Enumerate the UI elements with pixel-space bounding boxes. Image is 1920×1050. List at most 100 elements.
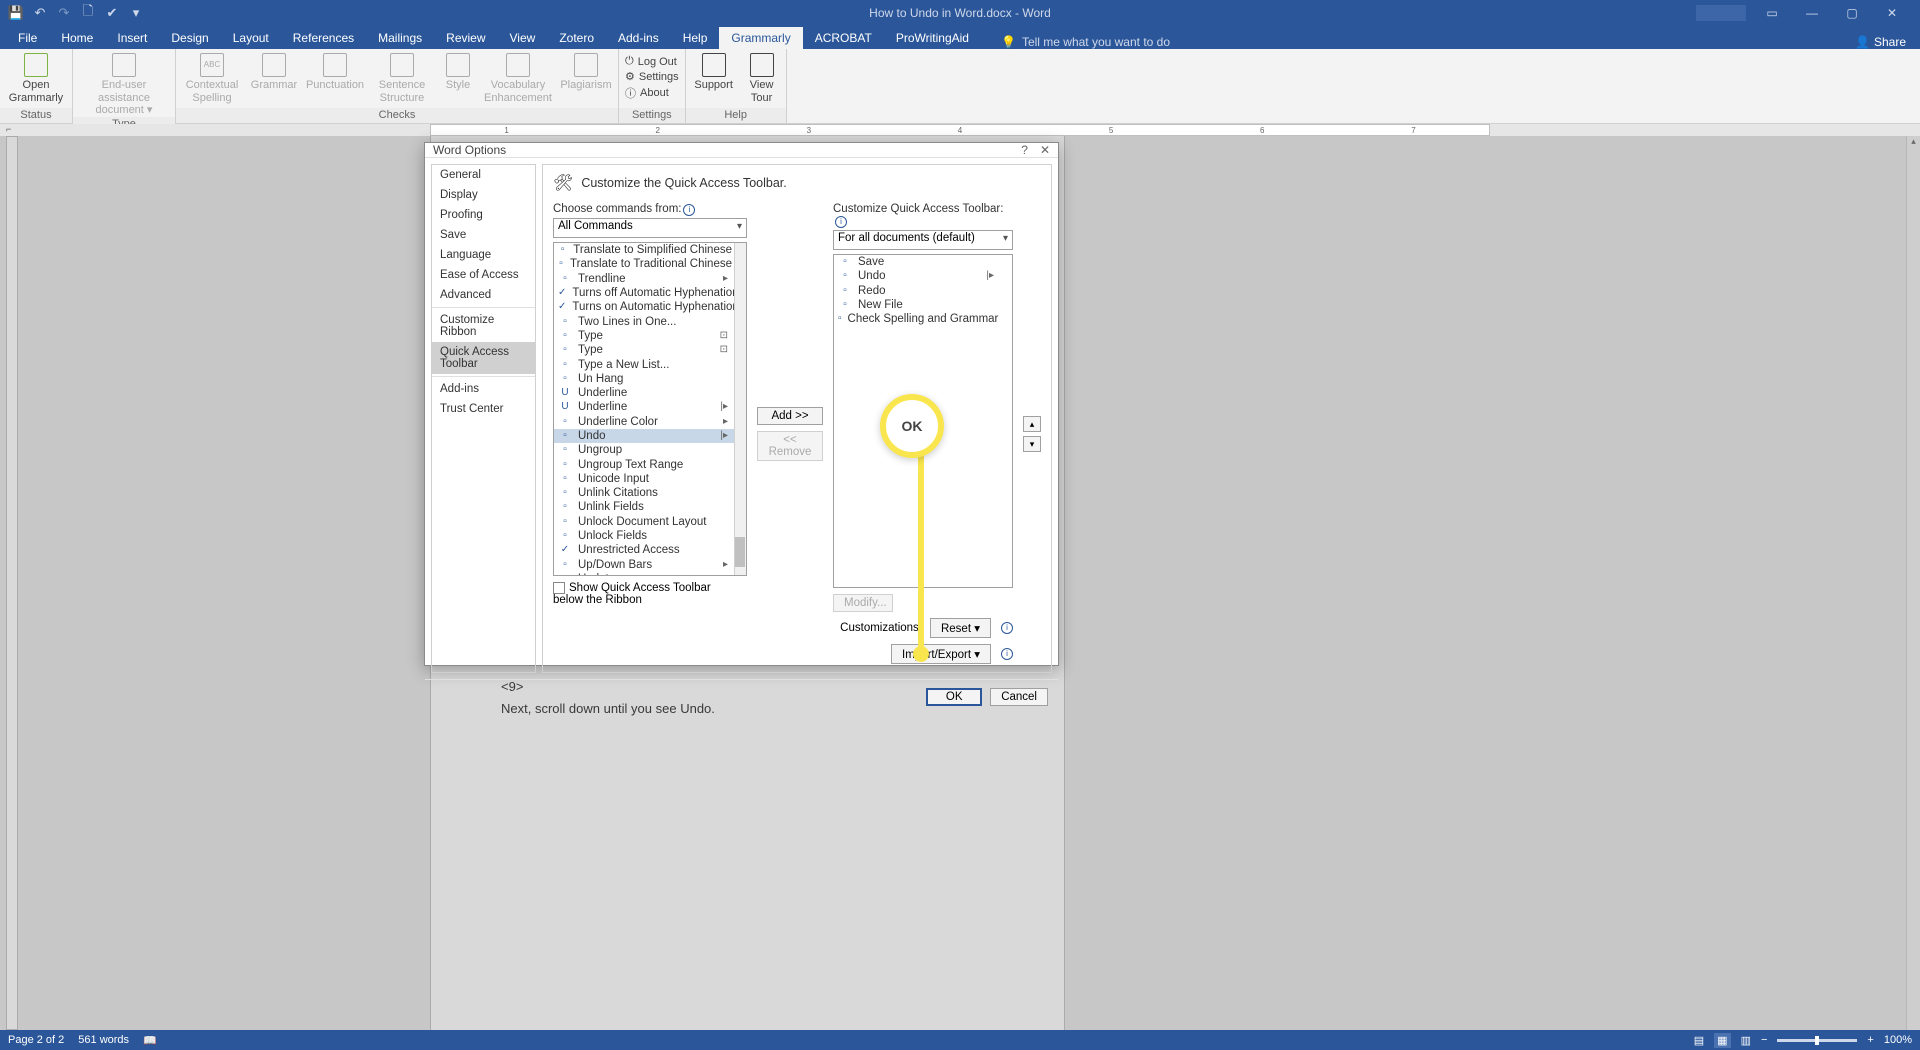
account-badge[interactable]: [1696, 5, 1746, 21]
tab-layout[interactable]: Layout: [221, 27, 281, 49]
info-icon[interactable]: i: [1001, 622, 1013, 634]
settings-link[interactable]: ⚙Settings: [625, 70, 679, 83]
sidebar-item-display[interactable]: Display: [432, 185, 535, 205]
list-item[interactable]: ▫Ungroup: [554, 443, 746, 457]
sidebar-item-qat[interactable]: Quick Access Toolbar: [432, 342, 535, 374]
listbox-scrollbar[interactable]: [734, 243, 746, 575]
list-item[interactable]: ▫Unlock Document Layout: [554, 515, 746, 529]
tab-home[interactable]: Home: [49, 27, 105, 49]
zoom-level[interactable]: 100%: [1884, 1034, 1912, 1046]
tab-addins[interactable]: Add-ins: [606, 27, 671, 49]
list-item[interactable]: ▫Underline Color▸: [554, 415, 746, 429]
list-item[interactable]: ▫Un Hang: [554, 372, 746, 386]
list-item[interactable]: ▫Unlink Fields: [554, 500, 746, 514]
sidebar-item-ease[interactable]: Ease of Access: [432, 265, 535, 285]
close-window-icon[interactable]: ✕: [1878, 6, 1906, 20]
tab-references[interactable]: References: [281, 27, 366, 49]
open-grammarly-button[interactable]: Open Grammarly: [6, 53, 66, 104]
tab-design[interactable]: Design: [159, 27, 220, 49]
commands-listbox[interactable]: ▫Translate to Simplified Chinese▫Transla…: [553, 242, 747, 576]
reset-button[interactable]: Reset ▾: [930, 618, 991, 638]
info-icon[interactable]: i: [835, 216, 847, 228]
list-item[interactable]: ▫Type a New List...: [554, 357, 746, 371]
list-item[interactable]: ▫Check Spelling and Grammar: [834, 312, 1012, 326]
move-up-button[interactable]: ▴: [1023, 416, 1041, 432]
list-item[interactable]: ▫Ungroup Text Range: [554, 457, 746, 471]
move-down-button[interactable]: ▾: [1023, 436, 1041, 452]
list-item[interactable]: ▫Two Lines in One...: [554, 314, 746, 328]
sidebar-item-save[interactable]: Save: [432, 225, 535, 245]
sidebar-item-proofing[interactable]: Proofing: [432, 205, 535, 225]
list-item[interactable]: UUnderline: [554, 386, 746, 400]
horizontal-ruler[interactable]: 1234567: [430, 124, 1490, 136]
list-item[interactable]: ▫Save: [834, 255, 1012, 269]
list-item[interactable]: ▫New File: [834, 298, 1012, 312]
punctuation-button[interactable]: Punctuation: [306, 53, 364, 92]
tab-acrobat[interactable]: ACROBAT: [803, 27, 884, 49]
list-item[interactable]: ▫Type⊡: [554, 343, 746, 357]
tell-me-search[interactable]: 💡 Tell me what you want to do: [1001, 35, 1170, 49]
list-item[interactable]: ▫Update: [554, 572, 746, 576]
logout-link[interactable]: ⏻Log Out: [625, 55, 679, 68]
zoom-in-button[interactable]: +: [1867, 1034, 1873, 1046]
info-icon[interactable]: i: [683, 204, 695, 216]
list-item[interactable]: ▫Up/Down Bars▸: [554, 558, 746, 572]
customize-qat-combo[interactable]: For all documents (default): [833, 230, 1013, 250]
tab-prowritingaid[interactable]: ProWritingAid: [884, 27, 981, 49]
web-layout-icon[interactable]: ▥: [1741, 1034, 1751, 1047]
tab-view[interactable]: View: [498, 27, 548, 49]
zoom-out-button[interactable]: −: [1761, 1034, 1767, 1046]
about-link[interactable]: ⓘAbout: [625, 85, 679, 101]
list-item[interactable]: ▫Unlock Fields: [554, 529, 746, 543]
tab-zotero[interactable]: Zotero: [547, 27, 606, 49]
tab-grammarly[interactable]: Grammarly: [719, 27, 802, 49]
grammar-button[interactable]: Grammar: [250, 53, 298, 92]
ok-button[interactable]: OK: [926, 688, 982, 706]
newfile-icon[interactable]: 🗋: [80, 5, 96, 21]
sidebar-item-customize-ribbon[interactable]: Customize Ribbon: [432, 310, 535, 342]
plagiarism-button[interactable]: Plagiarism: [560, 53, 612, 92]
tab-help[interactable]: Help: [671, 27, 720, 49]
list-item[interactable]: ▫Undo|▸: [554, 429, 746, 443]
scrollbar-thumb[interactable]: [735, 537, 745, 567]
contextual-spelling-button[interactable]: ABCContextual Spelling: [182, 53, 242, 104]
sidebar-item-advanced[interactable]: Advanced: [432, 285, 535, 305]
page-indicator[interactable]: Page 2 of 2: [8, 1034, 64, 1046]
list-item[interactable]: ✓Turns on Automatic Hyphenation: [554, 300, 746, 314]
list-item[interactable]: ▫Translate to Simplified Chinese: [554, 243, 746, 257]
print-layout-icon[interactable]: ▦: [1714, 1033, 1730, 1048]
spellcheck-status-icon[interactable]: 📖: [143, 1034, 157, 1047]
info-icon[interactable]: i: [1001, 648, 1013, 660]
share-button[interactable]: 👤 Share: [1855, 35, 1906, 49]
modify-button[interactable]: Modify...: [833, 594, 893, 612]
vocab-button[interactable]: Vocabulary Enhancement: [484, 53, 552, 104]
sentence-structure-button[interactable]: Sentence Structure: [372, 53, 432, 104]
list-item[interactable]: ▫Trendline▸: [554, 272, 746, 286]
tab-file[interactable]: File: [6, 27, 49, 49]
list-item[interactable]: ✓Unrestricted Access: [554, 543, 746, 557]
style-button[interactable]: Style: [440, 53, 476, 92]
spellcheck-icon[interactable]: ✔: [104, 5, 120, 21]
list-item[interactable]: ▫Translate to Traditional Chinese: [554, 257, 746, 271]
word-count[interactable]: 561 words: [78, 1034, 129, 1046]
tab-mailings[interactable]: Mailings: [366, 27, 434, 49]
customize-qat-icon[interactable]: ▾: [128, 5, 144, 21]
list-item[interactable]: ▫Undo|▸: [834, 269, 1012, 283]
dialog-close-icon[interactable]: ✕: [1040, 143, 1050, 157]
choose-commands-combo[interactable]: All Commands: [553, 218, 747, 238]
sidebar-item-general[interactable]: General: [432, 165, 535, 185]
sidebar-item-addins[interactable]: Add-ins: [432, 379, 535, 399]
sidebar-item-language[interactable]: Language: [432, 245, 535, 265]
tab-insert[interactable]: Insert: [105, 27, 159, 49]
doc-type-button[interactable]: End-user assistance document ▾: [79, 53, 169, 117]
tab-review[interactable]: Review: [434, 27, 497, 49]
zoom-slider[interactable]: [1777, 1039, 1857, 1042]
show-below-checkbox[interactable]: Show Quick Access Toolbar below the Ribb…: [553, 582, 733, 606]
list-item[interactable]: ▫Unlink Citations: [554, 486, 746, 500]
maximize-icon[interactable]: ▢: [1838, 6, 1866, 20]
list-item[interactable]: UUnderline|▸: [554, 400, 746, 414]
list-item[interactable]: ✓Turns off Automatic Hyphenation: [554, 286, 746, 300]
list-item[interactable]: ▫Unicode Input: [554, 472, 746, 486]
list-item[interactable]: ▫Redo: [834, 284, 1012, 298]
save-icon[interactable]: 💾: [8, 5, 24, 21]
